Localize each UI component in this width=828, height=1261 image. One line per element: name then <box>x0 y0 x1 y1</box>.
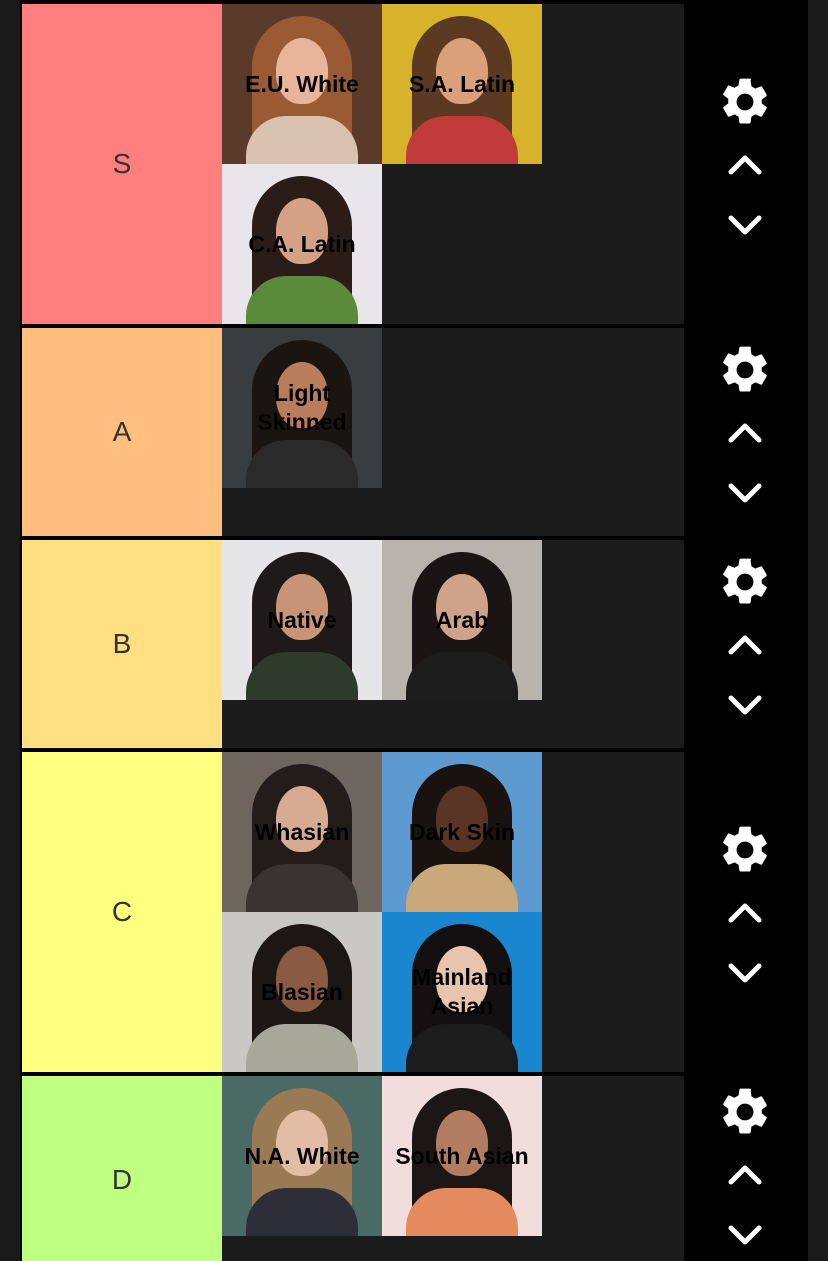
tier-item-label: Native <box>267 606 337 633</box>
settings-button[interactable] <box>715 1084 775 1140</box>
move-down-button[interactable] <box>715 678 775 734</box>
move-up-button[interactable] <box>715 616 775 672</box>
chevron-down-icon <box>725 480 765 508</box>
tier-item[interactable]: Whasian <box>222 752 382 912</box>
move-up-button[interactable] <box>715 136 775 192</box>
tier-item-label: C.A. Latin <box>248 230 356 257</box>
tier-items[interactable]: Light Skinned <box>222 328 684 536</box>
settings-button[interactable] <box>715 74 775 130</box>
tier-items[interactable]: E.U. White S.A. Latin C.A. Latin <box>222 4 684 324</box>
tier-item[interactable]: Native <box>222 540 382 700</box>
settings-button[interactable] <box>715 554 775 610</box>
settings-button[interactable] <box>715 822 775 878</box>
tier-item[interactable]: Light Skinned <box>222 328 382 488</box>
tier-items[interactable]: Whasian Dark Skin Blasian Mainland Asian <box>222 752 684 1072</box>
gear-icon <box>717 822 773 878</box>
gear-icon <box>717 554 773 610</box>
chevron-up-icon <box>725 630 765 658</box>
move-up-button[interactable] <box>715 404 775 460</box>
tier-item-label: S.A. Latin <box>408 70 516 97</box>
tier-label[interactable]: B <box>22 540 222 748</box>
tier-label[interactable]: S <box>22 4 222 324</box>
move-down-button[interactable] <box>715 198 775 254</box>
tier-label[interactable]: D <box>22 1076 222 1261</box>
move-down-button[interactable] <box>715 946 775 1002</box>
move-up-button[interactable] <box>715 884 775 940</box>
chevron-up-icon <box>725 898 765 926</box>
settings-button[interactable] <box>715 342 775 398</box>
tier-item-label: Blasian <box>261 978 343 1005</box>
chevron-up-icon <box>725 418 765 446</box>
tier-label-text: C <box>111 896 133 927</box>
tier-item-label: South Asian <box>395 1142 529 1169</box>
gear-icon <box>717 1084 773 1140</box>
tier-item-label: Arab <box>435 606 489 633</box>
chevron-down-icon <box>725 212 765 240</box>
tier-label-text: A <box>112 416 132 447</box>
tier-label[interactable]: A <box>22 328 222 536</box>
move-down-button[interactable] <box>715 466 775 522</box>
tier-items[interactable]: Native Arab <box>222 540 684 748</box>
tier-item-label: E.U. White <box>245 70 359 97</box>
tier-item-label: Dark Skin <box>408 818 516 845</box>
tier-row-s: S E.U. White S.A. Latin C.A. Latin <box>20 2 808 326</box>
tier-item[interactable]: E.U. White <box>222 4 382 164</box>
tier-item[interactable]: Dark Skin <box>382 752 542 912</box>
tier-controls <box>684 1074 806 1261</box>
tier-controls <box>684 750 806 1074</box>
tier-items[interactable]: N.A. White South Asian <box>222 1076 684 1261</box>
tier-label-text: D <box>111 1164 133 1195</box>
tier-item-label: Mainland Asian <box>412 964 512 1019</box>
gear-icon <box>717 342 773 398</box>
tier-item[interactable]: Arab <box>382 540 542 700</box>
tier-item[interactable]: N.A. White <box>222 1076 382 1236</box>
tier-item[interactable]: Blasian <box>222 912 382 1072</box>
chevron-down-icon <box>725 1222 765 1250</box>
tier-row-c: C Whasian Dark Skin Blasian Mainland Asian <box>20 750 808 1074</box>
tier-item-label: N.A. White <box>244 1142 360 1169</box>
tier-row-b: B Native Arab <box>20 538 808 750</box>
tier-label-text: B <box>112 628 132 659</box>
tier-item[interactable]: S.A. Latin <box>382 4 542 164</box>
tier-item[interactable]: Mainland Asian <box>382 912 542 1072</box>
chevron-down-icon <box>725 692 765 720</box>
tier-list-board: S E.U. White S.A. Latin C.A. Latin A Light… <box>20 0 808 1261</box>
tier-item-label: Light Skinned <box>257 380 347 435</box>
tier-item-label: Whasian <box>254 818 350 845</box>
tier-item[interactable]: C.A. Latin <box>222 164 382 324</box>
tier-controls <box>684 2 806 326</box>
tier-item[interactable]: South Asian <box>382 1076 542 1236</box>
tier-label[interactable]: C <box>22 752 222 1072</box>
move-down-button[interactable] <box>715 1208 775 1261</box>
tier-label-text: S <box>112 148 132 179</box>
tier-row-d: D N.A. White South Asian <box>20 1074 808 1261</box>
tier-controls <box>684 326 806 538</box>
chevron-up-icon <box>725 150 765 178</box>
chevron-up-icon <box>725 1160 765 1188</box>
tier-row-a: A Light Skinned <box>20 326 808 538</box>
move-up-button[interactable] <box>715 1146 775 1202</box>
gear-icon <box>717 74 773 130</box>
chevron-down-icon <box>725 960 765 988</box>
tier-controls <box>684 538 806 750</box>
